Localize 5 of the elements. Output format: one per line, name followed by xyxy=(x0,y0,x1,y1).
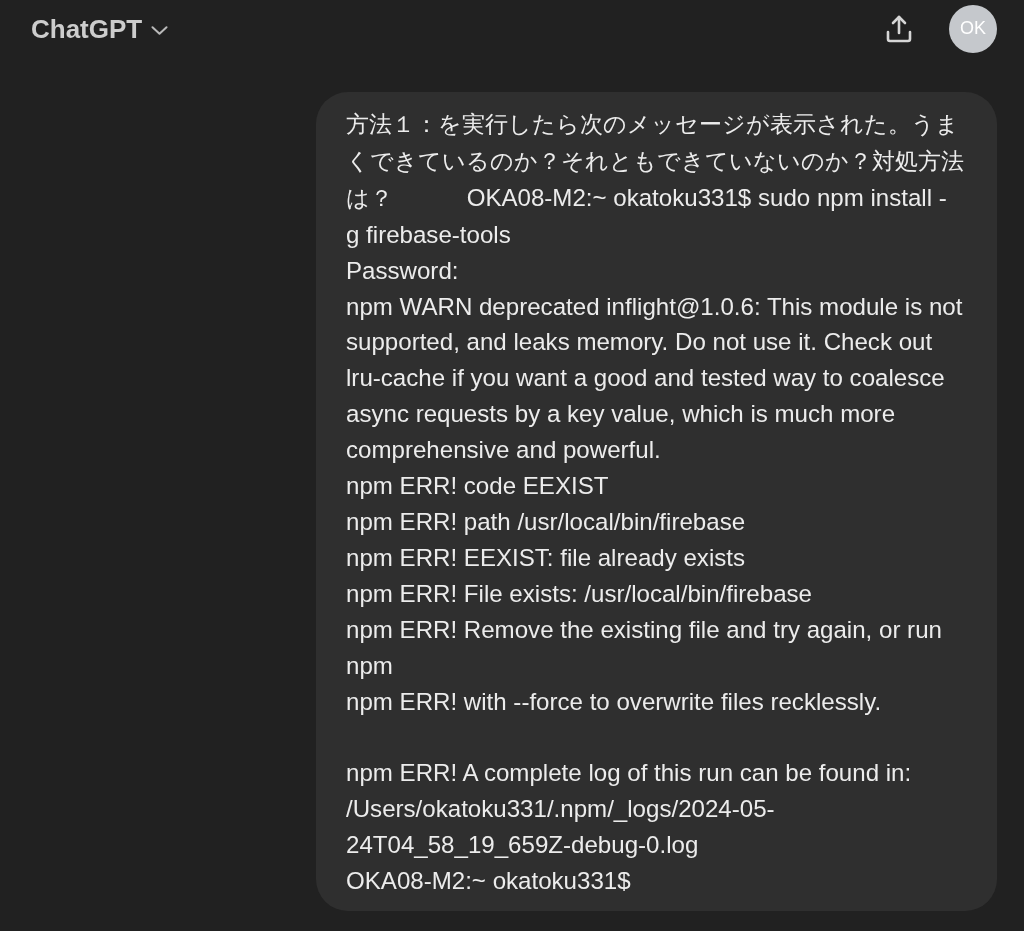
chevron-down-icon xyxy=(151,25,169,35)
message-text: 方法１：を実行したら次のメッセージが表示された。うまくできているのか？それともできていないのか？対処方法は？ OKA08-M2:~ okatoku331$ sudo npm install - g firebase-tools Password: npm WARN deprecated inflight@1.0.6: This module is not supported, and leaks memory. Do not use it. Check out lru-cache if you want a good and tested way to coalesce async requests by a key value, which is much more comprehensive and powerful. npm ERR! code EEXIST npm ERR! path /usr/local/bin/firebase npm ERR! EEXIST: file already exists npm ERR! File exists: /usr/local/bin/firebase npm ERR! Remove the existing file and try again, or run npm npm ERR! with --force to overwrite files recklessly. npm ERR! A complete log of this run can be found in: /Users/okatoku331/.npm/_logs/2024-05- 24T04_58_19_659Z-debug-0.log OKA08-M2:~ okatoku331$ xyxy=(346,111,965,897)
model-selector[interactable]: ChatGPT xyxy=(21,7,179,51)
upload-icon xyxy=(886,15,912,43)
share-button[interactable] xyxy=(885,14,913,44)
